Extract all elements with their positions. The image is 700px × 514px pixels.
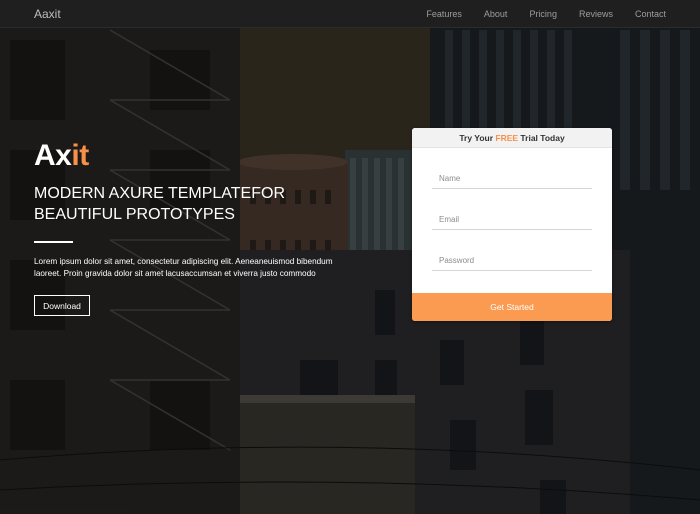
trial-title-before: Try Your — [459, 133, 496, 143]
logo-accent-text: it — [71, 139, 89, 172]
download-button[interactable]: Download — [34, 295, 90, 316]
nav-menu: Features About Pricing Reviews Contact — [404, 0, 666, 28]
nav-about[interactable]: About — [484, 9, 508, 19]
brand-name[interactable]: Aaxit — [34, 7, 61, 21]
trial-title-after: Trial Today — [518, 133, 565, 143]
trial-card-title: Try Your FREE Trial Today — [412, 128, 612, 148]
email-input[interactable] — [432, 210, 592, 230]
logo-main-text: Ax — [34, 139, 72, 172]
nav-pricing[interactable]: Pricing — [529, 9, 557, 19]
headline-line-2: BEAUTIFUL PROTOTYPES — [34, 206, 235, 223]
trial-title-highlight: FREE — [495, 133, 519, 143]
get-started-button[interactable]: Get Started — [412, 293, 612, 321]
nav-features[interactable]: Features — [426, 9, 462, 19]
top-navbar: Aaxit Features About Pricing Reviews Con… — [0, 0, 700, 28]
password-input[interactable] — [432, 251, 592, 271]
nav-contact[interactable]: Contact — [635, 9, 666, 19]
hero-logo: Axit — [34, 139, 89, 173]
name-input[interactable] — [432, 169, 592, 189]
hero-lead-text: Lorem ipsum dolor sit amet, consectetur … — [34, 257, 333, 278]
hero-divider — [34, 241, 73, 243]
hero-headline: MODERN AXURE TEMPLATEFOR BEAUTIFUL PROTO… — [34, 183, 364, 225]
headline-line-1: MODERN AXURE TEMPLATEFOR — [34, 185, 285, 202]
nav-reviews[interactable]: Reviews — [579, 9, 613, 19]
